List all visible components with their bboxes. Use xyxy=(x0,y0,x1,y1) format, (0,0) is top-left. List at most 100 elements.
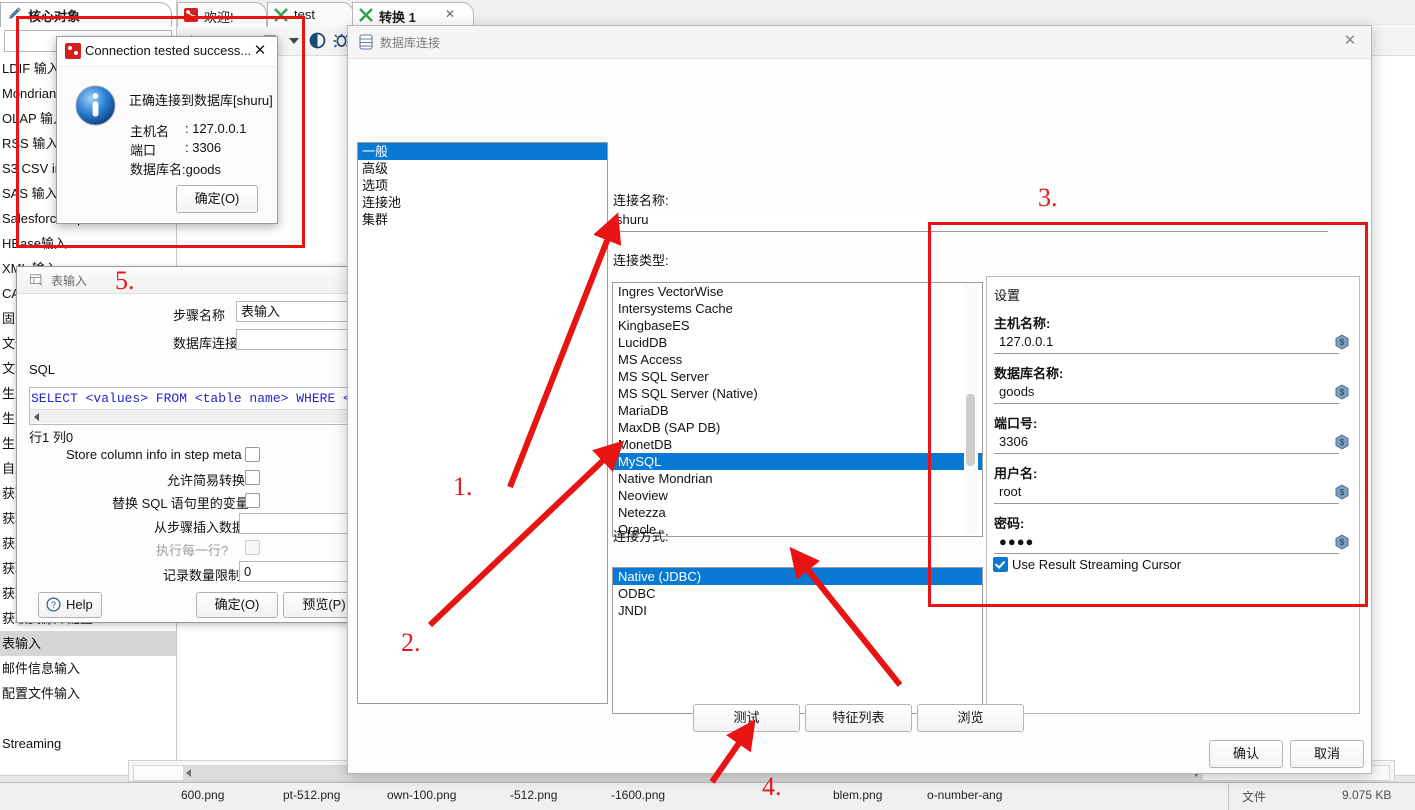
db-category-item[interactable]: 选项 xyxy=(358,177,607,194)
tree-item[interactable]: 配置文件输入 xyxy=(0,681,176,706)
password-input[interactable]: ●●●● xyxy=(994,531,1339,554)
preview-icon[interactable] xyxy=(308,31,327,50)
connection-type-list[interactable]: Ingres VectorWise Intersystems Cache Kingb… xyxy=(612,282,983,537)
message-heading: 正确连接到数据库[shuru] xyxy=(129,93,273,108)
file-label[interactable]: blem.png xyxy=(833,788,882,802)
database-connection-dialog[interactable]: 数据库连接 ✕ 一般 高级 选项 连接池 集群 连接名称: shuru 连接类型: In… xyxy=(347,25,1372,774)
ok-button[interactable]: 确定(O) xyxy=(196,592,278,618)
file-label[interactable]: o-number-ang xyxy=(927,788,1002,802)
connection-type-item[interactable]: Netezza xyxy=(613,504,982,521)
explore-button[interactable]: 浏览 xyxy=(917,704,1024,732)
db-category-item[interactable]: 一般 xyxy=(358,143,607,160)
tab-core-objects[interactable]: 核心对象 xyxy=(0,2,176,27)
sql-editor-hscrollbar[interactable] xyxy=(30,409,350,423)
connection-name-input[interactable]: shuru xyxy=(613,209,1328,232)
confirm-button[interactable]: 确认 xyxy=(1209,740,1283,768)
username-input[interactable]: root xyxy=(994,481,1339,504)
replace-variables-label: 替换 SQL 语句里的变量 xyxy=(112,496,249,511)
file-label[interactable]: -512.png xyxy=(510,788,557,802)
database-name-line: 数据库名:goods xyxy=(130,162,222,177)
db-category-list[interactable]: 一般 高级 选项 连接池 集群 xyxy=(357,142,608,704)
replace-variables-checkbox[interactable] xyxy=(245,493,260,508)
test-button[interactable]: 测试 xyxy=(693,704,800,732)
tree-item[interactable] xyxy=(0,706,176,731)
tab-0[interactable]: 欢迎! xyxy=(177,2,267,27)
hostname-input[interactable]: 127.0.0.1 xyxy=(994,331,1339,354)
connection-type-item[interactable]: MS SQL Server xyxy=(613,368,982,385)
db-dialog-title-bar: 数据库连接 ✕ xyxy=(348,26,1371,59)
tab-2[interactable]: 转换 1 ✕ xyxy=(352,2,474,27)
close-icon[interactable]: ✕ xyxy=(1340,31,1360,51)
use-result-streaming-cursor-label: Use Result Streaming Cursor xyxy=(1012,557,1182,572)
host-value: : 127.0.0.1 xyxy=(185,121,247,136)
scroll-left-arrow[interactable] xyxy=(34,413,39,421)
access-method-item[interactable]: JNDI xyxy=(613,602,982,619)
connection-type-item[interactable]: MS SQL Server (Native) xyxy=(613,385,982,402)
connection-type-item[interactable]: MariaDB xyxy=(613,402,982,419)
tree-item[interactable]: 邮件信息输入 xyxy=(0,656,176,681)
execute-each-row-checkbox xyxy=(245,540,260,555)
message-ok-button[interactable]: 确定(O) xyxy=(176,185,258,213)
message-box-title-bar: Connection tested success... ✕ xyxy=(57,37,277,67)
db-category-item[interactable]: 高级 xyxy=(358,160,607,177)
port-input[interactable]: 3306 xyxy=(994,431,1339,454)
svg-text:$: $ xyxy=(1340,488,1345,497)
file-label[interactable]: pt-512.png xyxy=(283,788,340,802)
tab-close-icon[interactable]: ✕ xyxy=(445,7,455,21)
file-label[interactable]: own-100.png xyxy=(387,788,456,802)
connection-type-item[interactable]: MS Access xyxy=(613,351,982,368)
variable-icon[interactable]: $ xyxy=(1334,484,1350,500)
step-name-label: 步骤名称 xyxy=(173,308,226,323)
access-method-item[interactable]: Native (JDBC) xyxy=(613,568,982,585)
db-connection-label: 数据库连接 xyxy=(173,336,239,351)
scroll-left-arrow[interactable] xyxy=(186,769,191,777)
db-category-item[interactable]: 集群 xyxy=(358,211,607,228)
close-icon[interactable]: ✕ xyxy=(251,42,269,60)
table-input-title-bar: 表输入 xyxy=(17,267,351,294)
editor-tab-strip: 欢迎! test 转换 1 ✕ xyxy=(177,0,1415,27)
variable-icon[interactable]: $ xyxy=(1334,434,1350,450)
help-button[interactable]: ? Help xyxy=(38,592,102,618)
connection-type-scroll-thumb[interactable] xyxy=(966,394,975,466)
variable-icon[interactable]: $ xyxy=(1334,384,1350,400)
connection-type-item[interactable]: MaxDB (SAP DB) xyxy=(613,419,982,436)
use-result-streaming-cursor-checkbox[interactable] xyxy=(993,557,1008,572)
connection-type-item[interactable]: Neoview xyxy=(613,487,982,504)
connection-type-item[interactable]: KingbaseES xyxy=(613,317,982,334)
connection-test-message-box[interactable]: Connection tested success... ✕ 正确连接到数据库[… xyxy=(56,36,278,224)
file-label[interactable]: 600.png xyxy=(181,788,224,802)
variable-icon[interactable]: $ xyxy=(1334,334,1350,350)
allow-lazy-conversion-label: 允许简易转换 xyxy=(167,473,246,488)
connection-type-item[interactable]: MonetDB xyxy=(613,436,982,453)
feature-list-button[interactable]: 特征列表 xyxy=(805,704,912,732)
help-button-label: Help xyxy=(66,597,93,612)
cancel-button[interactable]: 取消 xyxy=(1290,740,1364,768)
connection-type-item[interactable]: Native Mondrian xyxy=(613,470,982,487)
table-input-icon xyxy=(29,274,43,286)
table-input-dialog[interactable]: 表输入 步骤名称 表输入 数据库连接 SQL SELECT <values> F… xyxy=(16,266,372,623)
tree-item[interactable]: HBase输入 xyxy=(0,231,176,256)
access-method-list[interactable]: Native (JDBC) ODBC JNDI xyxy=(612,567,983,714)
connection-type-item[interactable]: LucidDB xyxy=(613,334,982,351)
allow-lazy-conversion-checkbox[interactable] xyxy=(245,470,260,485)
db-dialog-title: 数据库连接 xyxy=(380,36,441,50)
access-method-label: 连接方式: xyxy=(613,529,669,544)
tab-1[interactable]: test xyxy=(267,2,354,27)
chevron-down-icon[interactable] xyxy=(289,38,299,44)
store-column-info-checkbox[interactable] xyxy=(245,447,260,462)
file-label[interactable]: -1600.png xyxy=(611,788,665,802)
tab-label: 转换 1 xyxy=(379,10,416,25)
tree-item[interactable]: Streaming xyxy=(0,731,176,756)
connection-type-item[interactable]: Ingres VectorWise xyxy=(613,283,982,300)
tree-item[interactable]: 表输入 xyxy=(0,631,176,656)
connection-type-item[interactable]: MySQL xyxy=(613,453,982,470)
db-category-item[interactable]: 连接池 xyxy=(358,194,607,211)
access-method-item[interactable]: ODBC xyxy=(613,585,982,602)
port-key: 端口 xyxy=(130,143,157,158)
variable-icon[interactable]: $ xyxy=(1334,534,1350,550)
connection-type-item[interactable]: Intersystems Cache xyxy=(613,300,982,317)
database-name-input[interactable]: goods xyxy=(994,381,1339,404)
kettle-icon xyxy=(184,8,198,22)
kettle-icon xyxy=(65,43,81,59)
username-label: 用户名: xyxy=(994,466,1038,481)
